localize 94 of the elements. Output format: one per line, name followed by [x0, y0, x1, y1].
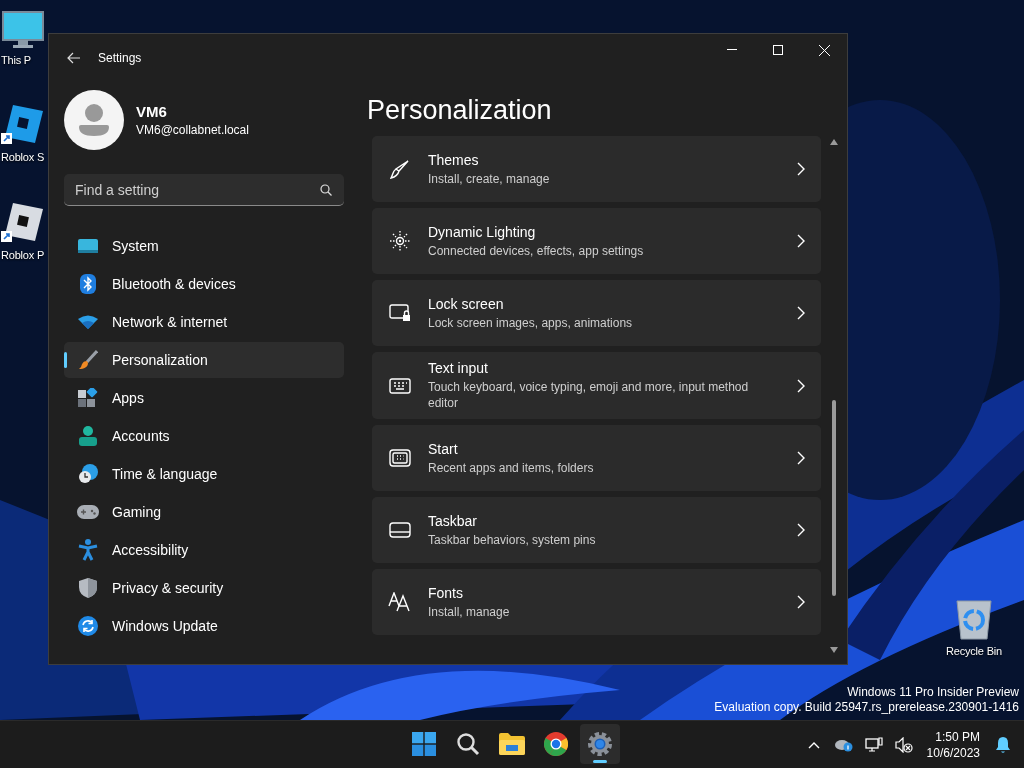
bluetooth-icon — [80, 274, 96, 294]
taskbar-icon — [389, 522, 411, 538]
card-description: Install, manage — [428, 603, 511, 620]
close-icon — [818, 44, 830, 56]
card-title: Taskbar — [428, 512, 479, 529]
search-icon — [320, 184, 332, 196]
build-watermark: Evaluation copy. Build 25947.rs_prerelease.230901-1416 — [714, 700, 1019, 715]
card-description: Taskbar behaviors, system pins — [428, 531, 597, 548]
chevron-right-icon — [797, 378, 805, 393]
setting-card[interactable]: Taskbar Taskbar behaviors, system pins — [372, 497, 821, 563]
nav-item[interactable]: System — [64, 228, 344, 264]
search-icon — [456, 732, 480, 756]
recycle-bin-icon[interactable] — [955, 597, 993, 641]
card-title: Text input — [428, 360, 489, 376]
app-shortcut-icon[interactable] — [1, 103, 45, 147]
card-description: Connected devices, effects, app settings — [428, 242, 645, 259]
build-watermark: Windows 11 Pro Insider Preview — [846, 685, 1019, 700]
setting-card[interactable]: Lock screen Lock screen images, apps, animations — [372, 280, 821, 346]
setting-card[interactable]: Text input Touch keyboard, voice typing, emoji and more, input method editor — [372, 352, 821, 419]
update-icon — [78, 616, 98, 636]
chevron-right-icon — [797, 523, 805, 537]
paintbrush-icon — [78, 350, 98, 370]
gear-icon — [587, 731, 613, 757]
desktop-icon-label[interactable]: Roblox S — [1, 151, 45, 163]
nav-item[interactable]: Gaming — [64, 494, 344, 530]
chevron-right-icon — [797, 162, 805, 176]
nav-item[interactable]: Privacy & security — [64, 570, 344, 606]
card-description: Recent apps and items, folders — [428, 459, 595, 476]
keyboard-icon — [389, 377, 411, 394]
clock-date: 10/6/2023 — [926, 745, 980, 761]
font-icon — [388, 592, 412, 612]
person-icon — [79, 426, 97, 446]
bell-icon — [995, 736, 1011, 754]
chevron-right-icon — [797, 595, 805, 609]
speaker-muted-icon — [894, 737, 913, 753]
windows-logo-icon — [412, 732, 436, 756]
folder-icon — [499, 733, 525, 755]
user-email: VM6@collabnet.local — [136, 123, 249, 137]
user-name: VM6 — [136, 103, 168, 120]
clock[interactable]: 1:50 PM 10/6/2023 — [926, 729, 980, 761]
setting-card[interactable]: Themes Install, create, manage — [372, 136, 821, 202]
chevron-right-icon — [797, 451, 805, 465]
setting-card[interactable]: Dynamic Lighting Connected devices, effects, app settings — [372, 208, 821, 274]
chevron-up-icon — [807, 741, 820, 749]
browser-icon — [544, 732, 568, 756]
avatar — [64, 90, 124, 150]
card-title: Fonts — [428, 584, 464, 601]
selection-indicator — [64, 352, 67, 368]
nav-item[interactable]: Bluetooth & devices — [64, 266, 344, 302]
maximize-icon — [773, 45, 783, 55]
network-icon — [864, 737, 883, 753]
search-field[interactable]: Find a setting — [64, 174, 344, 206]
nav-item[interactable]: Apps — [64, 380, 344, 416]
paintbrush-icon — [390, 159, 410, 179]
card-title: Start — [428, 440, 459, 457]
chevron-right-icon — [797, 234, 805, 248]
desktop-icon-label[interactable]: This P — [1, 54, 31, 66]
wifi-icon — [78, 315, 98, 329]
app-shortcut-icon[interactable] — [1, 201, 45, 245]
card-description: Lock screen images, apps, animations — [428, 314, 634, 331]
card-title: Dynamic Lighting — [428, 223, 537, 240]
gamepad-icon — [77, 505, 99, 519]
desktop-icon-label[interactable]: Roblox P — [1, 249, 45, 261]
chevron-right-icon — [797, 306, 805, 320]
card-title: Themes — [428, 151, 480, 168]
card-description: Install, create, manage — [428, 170, 551, 187]
window-title: Settings — [98, 51, 142, 65]
card-title: Lock screen — [428, 295, 505, 312]
nav-item[interactable]: Accounts — [64, 418, 344, 454]
desktop-icon-label[interactable]: Recycle Bin — [946, 645, 1002, 657]
globe-clock-icon — [78, 464, 98, 484]
taskbar-button[interactable] — [580, 724, 620, 764]
page-title: Personalization — [367, 94, 553, 127]
nav-item[interactable]: Personalization — [64, 342, 344, 378]
setting-card[interactable]: Fonts Install, manage — [372, 569, 821, 635]
lock-screen-icon — [389, 304, 411, 322]
nav-item[interactable]: Accessibility — [64, 532, 344, 568]
apps-icon — [78, 388, 98, 408]
monitor-icon[interactable] — [1, 10, 45, 50]
lighting-icon — [390, 231, 410, 251]
clock-time: 1:50 PM — [935, 729, 980, 745]
nav-item[interactable]: Network & internet — [64, 304, 344, 340]
accessibility-icon — [78, 539, 98, 561]
nav-item[interactable]: Windows Update — [64, 608, 344, 644]
setting-card[interactable]: Start Recent apps and items, folders — [372, 425, 821, 491]
monitor-icon — [78, 238, 98, 254]
start-menu-icon — [389, 449, 411, 467]
card-description: Touch keyboard, voice typing, emoji and more, input method editor — [428, 379, 750, 411]
back-arrow-icon — [67, 52, 81, 64]
shield-icon — [79, 578, 97, 598]
running-indicator — [593, 760, 607, 763]
cloud-info-icon — [834, 738, 853, 752]
minimize-icon — [727, 49, 737, 51]
nav-item[interactable]: Time & language — [64, 456, 344, 492]
